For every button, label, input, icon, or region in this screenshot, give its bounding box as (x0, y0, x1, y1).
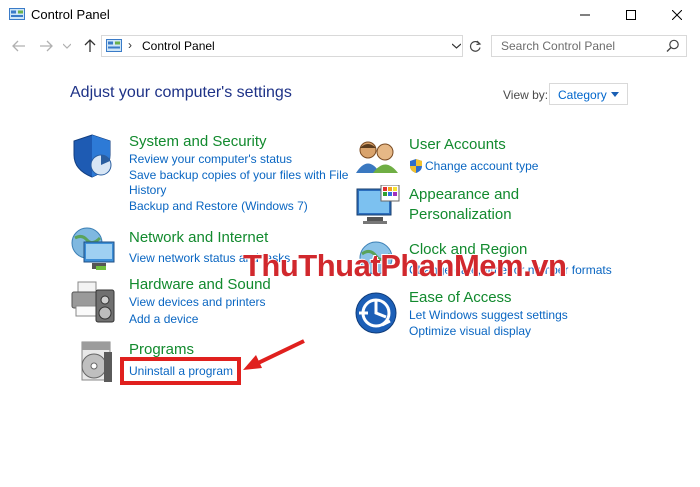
dropdown-arrow-icon (611, 92, 619, 97)
appearance-title-line2[interactable]: Personalization (409, 206, 512, 223)
save-backup-link[interactable]: Save backup copies of your files with Fi… (129, 168, 348, 183)
review-status-link[interactable]: Review your computer's status (129, 152, 292, 167)
user-accounts-title[interactable]: User Accounts (409, 136, 506, 153)
appearance-title-line1[interactable]: Appearance and (409, 186, 519, 203)
network-internet-title[interactable]: Network and Internet (129, 229, 268, 246)
watermark-part3: .vn (523, 248, 567, 283)
user-accounts-icon (356, 141, 398, 173)
ease-of-access-icon (355, 292, 397, 334)
view-by-dropdown[interactable]: Category (549, 83, 628, 105)
maximize-icon (626, 10, 636, 20)
up-button[interactable] (81, 38, 99, 54)
optimize-visual-display-link[interactable]: Optimize visual display (409, 324, 531, 339)
search-icon[interactable] (666, 39, 680, 53)
network-globe-icon (71, 227, 115, 270)
programs-disc-icon (81, 341, 112, 382)
search-input[interactable] (492, 36, 662, 56)
refresh-button[interactable] (464, 35, 486, 57)
back-button[interactable] (10, 38, 28, 54)
minimize-icon (580, 14, 590, 16)
change-account-type-link[interactable]: Change account type (425, 159, 538, 174)
breadcrumb-control-panel[interactable]: Control Panel (142, 39, 215, 53)
title-bar: Control Panel (0, 0, 700, 30)
backup-restore-link[interactable]: Backup and Restore (Windows 7) (129, 199, 308, 214)
chevron-down-icon (451, 43, 461, 49)
view-by-label: View by: (503, 88, 549, 102)
control-panel-icon (9, 8, 25, 20)
address-bar[interactable]: › Control Panel (101, 35, 463, 57)
annotation-arrow-icon (243, 339, 305, 370)
recent-locations-button[interactable] (61, 38, 73, 54)
security-shield-icon (73, 134, 112, 178)
forward-button[interactable] (37, 38, 55, 54)
highlight-box (120, 357, 241, 385)
search-box[interactable] (491, 35, 687, 57)
ease-of-access-title[interactable]: Ease of Access (409, 289, 512, 306)
save-backup-link-line2[interactable]: History (129, 183, 166, 198)
windows-suggest-settings-link[interactable]: Let Windows suggest settings (409, 308, 568, 323)
appearance-monitor-icon (356, 185, 400, 224)
control-panel-icon (106, 39, 122, 52)
breadcrumb-separator: › (128, 38, 132, 52)
chevron-down-icon (63, 43, 71, 49)
uac-shield-icon (410, 159, 422, 173)
maximize-button[interactable] (608, 0, 654, 30)
printer-speaker-icon (71, 281, 115, 323)
add-device-link[interactable]: Add a device (129, 312, 198, 327)
watermark-part2: PhanMem (380, 248, 524, 283)
view-by-value: Category (558, 88, 607, 102)
minimize-button[interactable] (562, 0, 608, 30)
up-arrow-icon (84, 39, 96, 52)
close-icon (672, 10, 682, 20)
programs-title[interactable]: Programs (129, 341, 194, 358)
system-security-title[interactable]: System and Security (129, 133, 267, 150)
close-button[interactable] (654, 0, 700, 30)
address-history-button[interactable] (446, 35, 466, 57)
back-arrow-icon (12, 40, 25, 52)
forward-arrow-icon (40, 40, 53, 52)
refresh-icon (469, 40, 481, 52)
watermark-part1: ThuThuat (243, 248, 381, 283)
view-devices-link[interactable]: View devices and printers (129, 295, 266, 310)
window-title: Control Panel (31, 7, 110, 22)
watermark: ThuThuatPhanMem.vn (243, 248, 567, 284)
page-heading: Adjust your computer's settings (70, 84, 292, 101)
